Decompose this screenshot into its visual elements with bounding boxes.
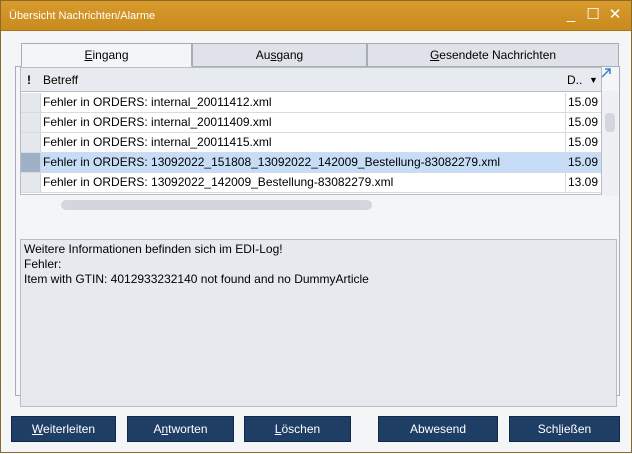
vertical-scrollbar-thumb[interactable] [605, 113, 615, 132]
button-label: öschen [281, 422, 321, 436]
row-date: 13.09 [565, 173, 601, 192]
tab-eingang[interactable]: Eingang [21, 43, 192, 67]
tab-label: esendete Nachrichten [439, 48, 557, 62]
row-selector[interactable] [21, 153, 41, 172]
row-selector[interactable] [21, 113, 41, 132]
button-bar: Weiterleiten Antworten Löschen Abwesend … [1, 411, 632, 454]
messages-alarms-window: Übersicht Nachrichten/Alarme _ ☐ ✕ Einga… [0, 0, 632, 453]
expand-arrow-icon[interactable] [600, 67, 614, 81]
tab-label: gang [276, 48, 304, 62]
delete-button[interactable]: Löschen [244, 416, 351, 442]
forward-button[interactable]: Weiterleiten [11, 416, 116, 442]
header-date[interactable]: D.. [567, 68, 582, 92]
row-subject: Fehler in ORDERS: 13092022_142009_Bestel… [43, 175, 394, 189]
button-label: eiterleiten [43, 422, 96, 436]
window-title: Übersicht Nachrichten/Alarme [9, 10, 156, 22]
row-subject: Fehler in ORDERS: 13092022_151808_130920… [43, 155, 501, 169]
table-row[interactable]: Fehler in ORDERS: internal_20011409.xml … [21, 113, 601, 133]
minimize-button[interactable]: _ [561, 5, 581, 25]
row-subject: Fehler in ORDERS: internal_20011412.xml [43, 95, 272, 109]
tab-label-accel: G [429, 48, 440, 62]
horizontal-scrollbar-thumb[interactable] [61, 200, 372, 210]
details-line: Weitere Informationen befinden sich im E… [24, 242, 283, 256]
maximize-button[interactable]: ☐ [583, 5, 603, 25]
row-selector[interactable] [21, 93, 41, 112]
row-date: 15.09 [565, 93, 601, 112]
row-subject: Fehler in ORDERS: internal_20011409.xml [43, 115, 272, 129]
message-details-box[interactable]: Weitere Informationen befinden sich im E… [20, 239, 617, 407]
absent-button[interactable]: Abwesend [378, 416, 498, 442]
messages-grid: ! Betreff D.. ▼ Fehler in ORDERS: intern… [20, 67, 602, 195]
tab-gesendete-nachrichten[interactable]: Gesendete Nachrichten [367, 43, 619, 67]
close-button[interactable]: ✕ [605, 5, 625, 25]
row-selector[interactable] [21, 133, 41, 152]
row-date: 15.09 [565, 133, 601, 152]
row-selector[interactable] [21, 173, 41, 192]
tab-label: Au [255, 48, 271, 62]
vertical-scrollbar-track[interactable] [602, 91, 618, 196]
tab-ausgang[interactable]: Ausgang [192, 43, 367, 67]
button-label: Abwesend [409, 422, 467, 436]
table-row-selected[interactable]: Fehler in ORDERS: 13092022_151808_130920… [21, 153, 601, 173]
table-row[interactable]: Fehler in ORDERS: internal_20011415.xml … [21, 133, 601, 153]
button-label-accel: W [31, 422, 44, 436]
table-row[interactable]: Fehler in ORDERS: 13092022_142009_Bestel… [21, 173, 601, 193]
button-label: Sch [537, 422, 559, 436]
sort-desc-icon[interactable]: ▼ [589, 68, 598, 92]
row-date: 15.09 [565, 113, 601, 132]
header-subject[interactable]: Betreff [43, 68, 78, 92]
tab-label: ingang [92, 48, 129, 62]
grid-header: ! Betreff D.. ▼ [21, 68, 601, 92]
button-label: tworten [168, 422, 208, 436]
table-row[interactable]: Fehler in ORDERS: internal_20011412.xml … [21, 93, 601, 113]
row-subject: Fehler in ORDERS: internal_20011415.xml [43, 135, 272, 149]
reply-button[interactable]: Antworten [127, 416, 234, 442]
details-line: Item with GTIN: 4012933232140 not found … [24, 272, 369, 286]
header-flag[interactable]: ! [27, 68, 31, 92]
button-label: ießen [561, 422, 592, 436]
details-line: Fehler: [24, 257, 62, 271]
tab-strip: Eingang Ausgang Gesendete Nachrichten [21, 43, 619, 67]
close-dialog-button[interactable]: Schließen [509, 416, 620, 442]
title-bar: Übersicht Nachrichten/Alarme _ ☐ ✕ [1, 1, 631, 31]
row-date: 15.09 [565, 153, 601, 172]
